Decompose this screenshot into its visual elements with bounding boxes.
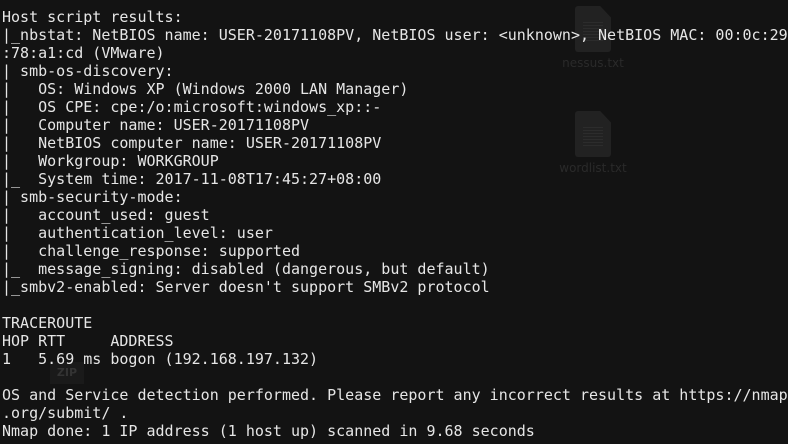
terminal-line: |_smbv2-enabled: Server doesn't support …	[2, 278, 490, 296]
terminal-line: HOP RTT ADDRESS	[2, 332, 174, 350]
terminal-line: | authentication_level: user	[2, 224, 273, 242]
terminal-line: 1 5.69 ms bogon (192.168.197.132)	[2, 350, 319, 368]
terminal-line: OS and Service detection performed. Plea…	[2, 386, 788, 404]
terminal-line: TRACEROUTE	[2, 314, 93, 332]
terminal-line: | Workgroup: WORKGROUP	[2, 152, 219, 170]
terminal-line: | challenge_response: supported	[2, 242, 301, 260]
terminal-line: Host script results:	[2, 8, 183, 26]
terminal-line: |_ message_signing: disabled (dangerous,…	[2, 260, 490, 278]
terminal-line: | NetBIOS computer name: USER-20171108PV	[2, 134, 382, 152]
terminal-line: | OS CPE: cpe:/o:microsoft:windows_xp::-	[2, 98, 382, 116]
terminal-line: | OS: Windows XP (Windows 2000 LAN Manag…	[2, 80, 409, 98]
terminal-line: Nmap done: 1 IP address (1 host up) scan…	[2, 422, 535, 440]
terminal-line: :78:a1:cd (VMware)	[2, 44, 165, 62]
terminal-line: |_ System time: 2017-11-08T17:45:27+08:0…	[2, 170, 382, 188]
terminal-line: | smb-os-discovery:	[2, 62, 174, 80]
terminal-line: |_nbstat: NetBIOS name: USER-20171108PV,…	[2, 26, 788, 44]
terminal-line: | smb-security-mode:	[2, 188, 183, 206]
terminal-line: .org/submit/ .	[2, 404, 129, 422]
terminal-line: | Computer name: USER-20171108PV	[2, 116, 310, 134]
terminal-line: | account_used: guest	[2, 206, 210, 224]
terminal-output[interactable]: Host script results: |_nbstat: NetBIOS na…	[2, 8, 788, 440]
